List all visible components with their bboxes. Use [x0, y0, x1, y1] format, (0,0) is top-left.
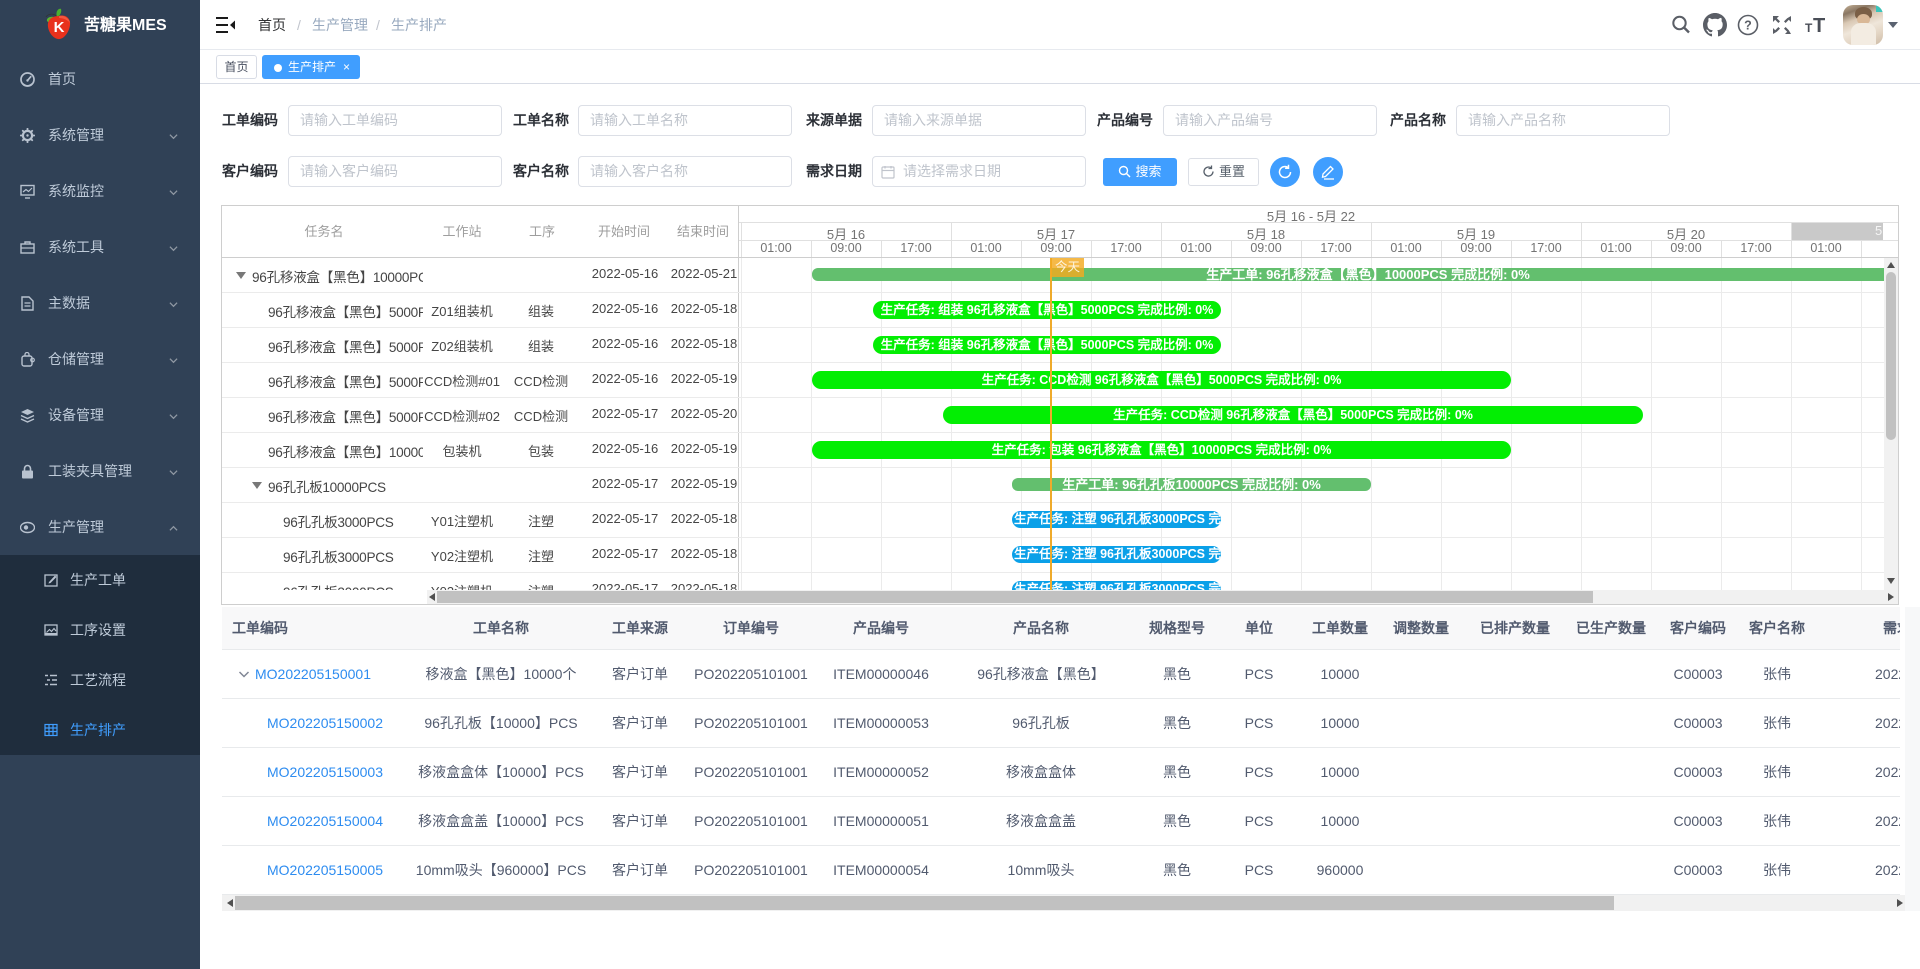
svg-text:?: ? — [1744, 19, 1752, 33]
svg-text:K: K — [54, 19, 65, 36]
svg-text:T: T — [1813, 15, 1825, 36]
svg-text:T: T — [1805, 21, 1813, 35]
